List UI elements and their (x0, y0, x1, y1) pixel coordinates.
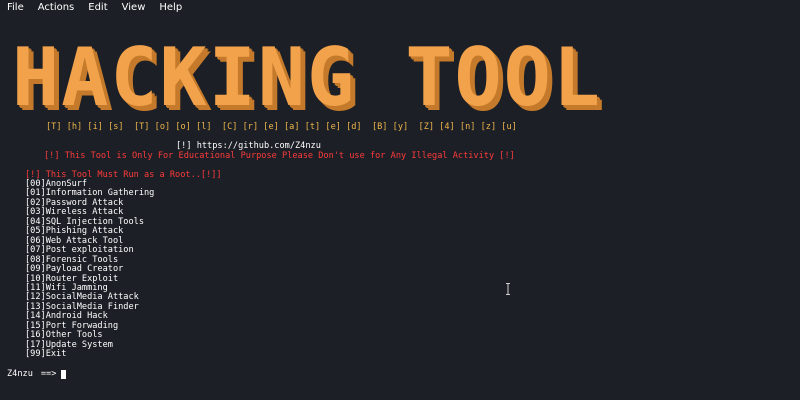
ibeam-cursor-icon (506, 283, 510, 295)
menu-file[interactable]: File (0, 2, 31, 13)
tool-menu: [00]AnonSurf [01]Information Gathering [… (25, 179, 154, 360)
menu-bar: File Actions Edit View Help (0, 0, 800, 15)
disclaimer-text: [!] This Tool is Only For Educational Pu… (44, 151, 515, 161)
prompt-arrow: ==> (40, 369, 57, 379)
banner-title: HACKING TOOL HACKING TOOL (12, 39, 612, 119)
menu-option-exit: [99]Exit (25, 349, 67, 360)
command-prompt[interactable]: Z4nzu ==> (7, 369, 67, 379)
prompt-user: Z4nzu (7, 369, 33, 379)
terminal-window[interactable]: HACKING TOOL HACKING TOOL [T] [h] [i] [s… (0, 15, 800, 400)
banner-text: HACKING TOOL (12, 39, 602, 119)
menu-help[interactable]: Help (152, 2, 189, 13)
menu-actions[interactable]: Actions (31, 2, 82, 13)
text-cursor (61, 369, 67, 379)
menu-edit[interactable]: Edit (81, 2, 114, 13)
banner-art: HACKING TOOL HACKING TOOL (12, 39, 603, 119)
banner-subtitle: [T] [h] [i] [s] [T] [o] [o] [l] [C] [r] … (46, 122, 517, 132)
menu-view[interactable]: View (115, 2, 153, 13)
